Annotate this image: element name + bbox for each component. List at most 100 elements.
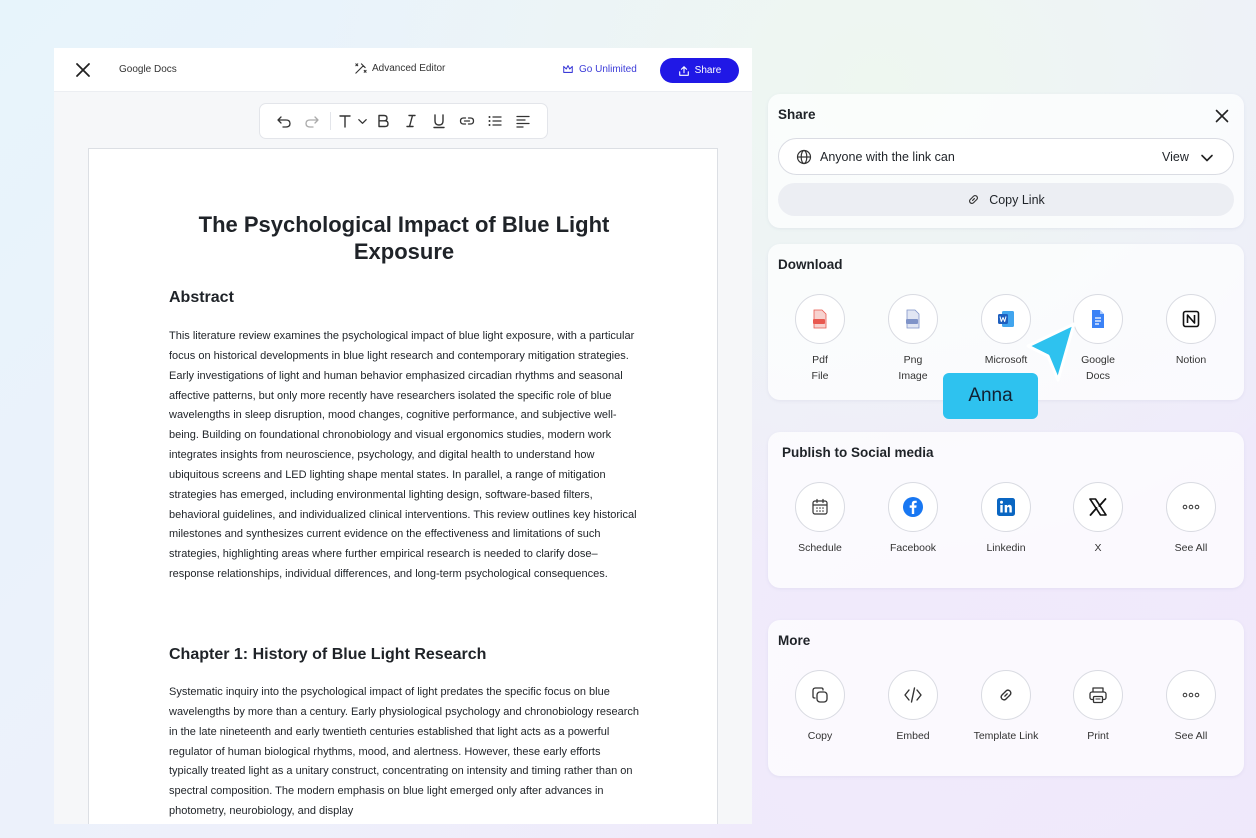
copy-link-button[interactable]: Copy Link <box>778 183 1234 216</box>
microsoft-word-icon <box>998 311 1014 327</box>
facebook-label: Facebook <box>889 542 937 554</box>
text-type-button[interactable] <box>335 107 355 135</box>
x-icon <box>1089 498 1107 516</box>
align-left-button[interactable] <box>509 107 537 135</box>
download-png-label: Png Image <box>898 354 928 382</box>
icon-circle <box>888 670 938 720</box>
download-notion-label: Notion <box>1175 354 1207 366</box>
underline-icon <box>433 114 445 129</box>
chapter1-paragraph[interactable]: Systematic inquiry into the psychologica… <box>169 683 641 822</box>
icon-circle <box>981 670 1031 720</box>
upload-icon <box>678 65 689 76</box>
calendar-icon <box>812 498 828 515</box>
go-unlimited-label: Go Unlimited <box>579 63 637 75</box>
download-pdf-button[interactable]: Pdf File <box>775 294 865 384</box>
icon-circle <box>888 482 938 532</box>
more-card: More Copy Embed Template Link Print See … <box>768 620 1244 776</box>
abstract-heading[interactable]: Abstract <box>169 289 234 307</box>
chevron-down-icon[interactable] <box>1200 151 1214 165</box>
undo-icon <box>277 116 291 128</box>
copy-link-label: Copy Link <box>989 192 1045 207</box>
advanced-editor-label: Advanced Editor <box>372 63 446 74</box>
x-label: X <box>1094 542 1102 554</box>
link-permission-select[interactable]: Anyone with the link can View <box>778 138 1234 175</box>
bold-button[interactable] <box>369 107 397 135</box>
underline-button[interactable] <box>425 107 453 135</box>
toolbar-divider <box>330 112 331 130</box>
notion-icon <box>1182 310 1200 328</box>
redo-button[interactable] <box>298 107 326 135</box>
template-link-button[interactable]: Template Link <box>961 670 1051 744</box>
png-image-icon <box>906 309 920 329</box>
abstract-paragraph[interactable]: This literature review examines the psyc… <box>169 327 641 585</box>
permission-value[interactable]: View <box>1162 150 1189 164</box>
more-see-all-label: See All <box>1174 730 1208 742</box>
bullet-list-button[interactable] <box>481 107 509 135</box>
globe-icon <box>796 149 812 165</box>
link-icon <box>969 194 979 205</box>
copy-icon <box>812 687 828 703</box>
download-title: Download <box>778 257 843 272</box>
share-card: Share Anyone with the link can View Copy… <box>768 94 1244 228</box>
schedule-button[interactable]: Schedule <box>775 482 865 556</box>
print-button[interactable]: Print <box>1053 670 1143 744</box>
copy-label: Copy <box>807 730 833 742</box>
icon-circle <box>1166 670 1216 720</box>
pdf-file-icon <box>813 309 827 329</box>
formatting-toolbar <box>259 103 548 139</box>
share-button[interactable]: Share <box>660 58 739 83</box>
icon-circle <box>795 482 845 532</box>
bullet-list-icon <box>488 116 502 126</box>
download-notion-button[interactable]: Notion <box>1146 294 1236 368</box>
facebook-button[interactable]: Facebook <box>868 482 958 556</box>
linkedin-label: Linkedin <box>986 542 1026 554</box>
x-button[interactable]: X <box>1053 482 1143 556</box>
social-see-all-label: See All <box>1174 542 1208 554</box>
icon-circle <box>1166 294 1216 344</box>
align-left-icon <box>516 115 530 128</box>
more-dots-icon <box>1182 504 1200 510</box>
linkedin-icon <box>997 498 1015 516</box>
print-label: Print <box>1087 730 1109 742</box>
collaborator-name-tag: Anna <box>943 373 1038 419</box>
more-options: Copy Embed Template Link Print See All <box>768 670 1244 770</box>
chapter1-heading[interactable]: Chapter 1: History of Blue Light Researc… <box>169 646 486 664</box>
download-png-button[interactable]: Png Image <box>868 294 958 384</box>
social-options: Schedule Facebook Linkedin X See All <box>768 482 1244 582</box>
close-icon[interactable] <box>74 61 92 79</box>
text-type-dropdown[interactable] <box>355 107 369 135</box>
icon-circle <box>888 294 938 344</box>
more-dots-icon <box>1182 692 1200 698</box>
undo-button[interactable] <box>270 107 298 135</box>
more-see-all-button[interactable]: See All <box>1146 670 1236 744</box>
share-card-title: Share <box>778 107 816 122</box>
google-docs-icon <box>1092 310 1104 328</box>
icon-circle <box>795 294 845 344</box>
magic-wand-icon <box>355 63 367 74</box>
download-pdf-label: Pdf File <box>811 354 829 382</box>
schedule-label: Schedule <box>798 542 842 554</box>
icon-circle <box>1073 670 1123 720</box>
link-button[interactable] <box>453 107 481 135</box>
link-icon <box>459 117 475 125</box>
icon-circle <box>795 670 845 720</box>
social-title: Publish to Social media <box>782 445 934 460</box>
document-editor-window: Google Docs Advanced Editor Go Unlimited… <box>54 48 752 824</box>
document-page[interactable]: The Psychological Impact of Blue Light E… <box>88 148 718 824</box>
social-see-all-button[interactable]: See All <box>1146 482 1236 556</box>
icon-circle <box>1166 482 1216 532</box>
close-icon[interactable] <box>1214 108 1230 124</box>
embed-button[interactable]: Embed <box>868 670 958 744</box>
link-icon <box>1000 689 1012 701</box>
linkedin-button[interactable]: Linkedin <box>961 482 1051 556</box>
italic-button[interactable] <box>397 107 425 135</box>
icon-circle <box>981 482 1031 532</box>
copy-button[interactable]: Copy <box>775 670 865 744</box>
app-name: Google Docs <box>119 64 177 75</box>
document-title[interactable]: The Psychological Impact of Blue Light E… <box>149 211 659 265</box>
go-unlimited-button[interactable]: Go Unlimited <box>562 63 637 75</box>
chevron-down-icon <box>357 118 367 124</box>
advanced-editor-button[interactable]: Advanced Editor <box>354 62 445 75</box>
icon-circle <box>1073 482 1123 532</box>
more-title: More <box>778 633 811 648</box>
